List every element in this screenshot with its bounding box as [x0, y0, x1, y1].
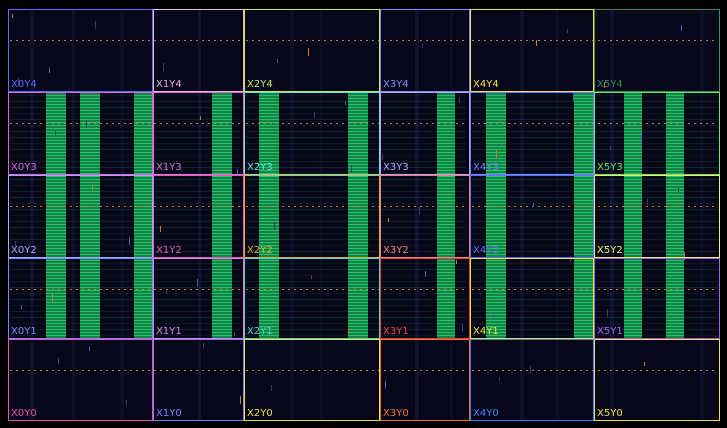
clock-region-x5y2[interactable]: X5Y2 — [594, 175, 720, 258]
clock-region-label: X5Y2 — [597, 245, 623, 256]
device-view[interactable]: X0Y4 X1Y4 X2Y4 X3Y4 X4Y4 X5Y4 X0Y3 X1Y3 X2Y3 X3Y3… — [0, 0, 727, 428]
clock-region-label: X1Y3 — [156, 162, 182, 173]
clock-region-x2y2[interactable]: X2Y2 — [244, 175, 380, 258]
clock-region-x0y1[interactable]: X0Y1 — [8, 258, 153, 339]
clock-region-x2y1[interactable]: X2Y1 — [244, 258, 380, 339]
clock-region-label: X2Y0 — [247, 408, 273, 419]
clock-region-label: X3Y4 — [383, 79, 409, 90]
clock-region-label: X4Y0 — [473, 408, 499, 419]
clock-region-label: X0Y0 — [11, 408, 37, 419]
clock-region-x1y4[interactable]: X1Y4 — [153, 9, 244, 92]
clock-region-label: X1Y2 — [156, 245, 182, 256]
clock-region-x5y1[interactable]: X5Y1 — [594, 258, 720, 339]
clock-region-x2y3[interactable]: X2Y3 — [244, 92, 380, 175]
clock-region-x2y4[interactable]: X2Y4 — [244, 9, 380, 92]
clock-region-x4y2[interactable]: X4Y2 — [470, 175, 594, 258]
clock-region-x3y2[interactable]: X3Y2 — [380, 175, 470, 258]
clock-region-x5y3[interactable]: X5Y3 — [594, 92, 720, 175]
clock-region-x0y2[interactable]: X0Y2 — [8, 175, 153, 258]
clock-region-x4y4[interactable]: X4Y4 — [470, 9, 594, 92]
clock-region-x2y0[interactable]: X2Y0 — [244, 339, 380, 421]
clock-region-x1y3[interactable]: X1Y3 — [153, 92, 244, 175]
clock-region-x0y0[interactable]: X0Y0 — [8, 339, 153, 421]
clock-region-label: X0Y1 — [11, 326, 37, 337]
clock-region-label: X5Y1 — [597, 326, 623, 337]
clock-region-x1y1[interactable]: X1Y1 — [153, 258, 244, 339]
clock-region-label: X2Y1 — [247, 326, 273, 337]
clock-region-x0y4[interactable]: X0Y4 — [8, 9, 153, 92]
panel-gap — [720, 0, 727, 428]
clock-region-label: X0Y2 — [11, 245, 37, 256]
clock-region-x4y1[interactable]: X4Y1 — [470, 258, 594, 339]
clock-region-x3y0[interactable]: X3Y0 — [380, 339, 470, 421]
clock-region-x5y4[interactable]: X5Y4 — [594, 9, 720, 92]
clock-region-x3y1[interactable]: X3Y1 — [380, 258, 470, 339]
clock-region-label: X0Y4 — [11, 79, 37, 90]
clock-region-label: X3Y1 — [383, 326, 409, 337]
clock-region-x3y3[interactable]: X3Y3 — [380, 92, 470, 175]
clock-region-label: X2Y4 — [247, 79, 273, 90]
clock-region-label: X4Y1 — [473, 326, 499, 337]
clock-region-label: X4Y3 — [473, 162, 499, 173]
clock-region-x3y4[interactable]: X3Y4 — [380, 9, 470, 92]
clock-region-label: X1Y0 — [156, 408, 182, 419]
clock-region-x5y0[interactable]: X5Y0 — [594, 339, 720, 421]
clock-region-x4y3[interactable]: X4Y3 — [470, 92, 594, 175]
clock-region-label: X5Y4 — [597, 79, 623, 90]
clock-region-label: X5Y3 — [597, 162, 623, 173]
clock-region-label: X1Y4 — [156, 79, 182, 90]
clock-region-label: X2Y3 — [247, 162, 273, 173]
clock-region-label: X4Y2 — [473, 245, 499, 256]
clock-region-label: X1Y1 — [156, 326, 182, 337]
clock-region-x4y0[interactable]: X4Y0 — [470, 339, 594, 421]
clock-region-label: X3Y2 — [383, 245, 409, 256]
clock-region-label: X3Y3 — [383, 162, 409, 173]
clock-region-x0y3[interactable]: X0Y3 — [8, 92, 153, 175]
clock-region-label: X5Y0 — [597, 408, 623, 419]
clock-region-label: X3Y0 — [383, 408, 409, 419]
clock-region-x1y0[interactable]: X1Y0 — [153, 339, 244, 421]
clock-region-label: X2Y2 — [247, 245, 273, 256]
clock-region-x1y2[interactable]: X1Y2 — [153, 175, 244, 258]
clock-region-label: X0Y3 — [11, 162, 37, 173]
clock-region-label: X4Y4 — [473, 79, 499, 90]
